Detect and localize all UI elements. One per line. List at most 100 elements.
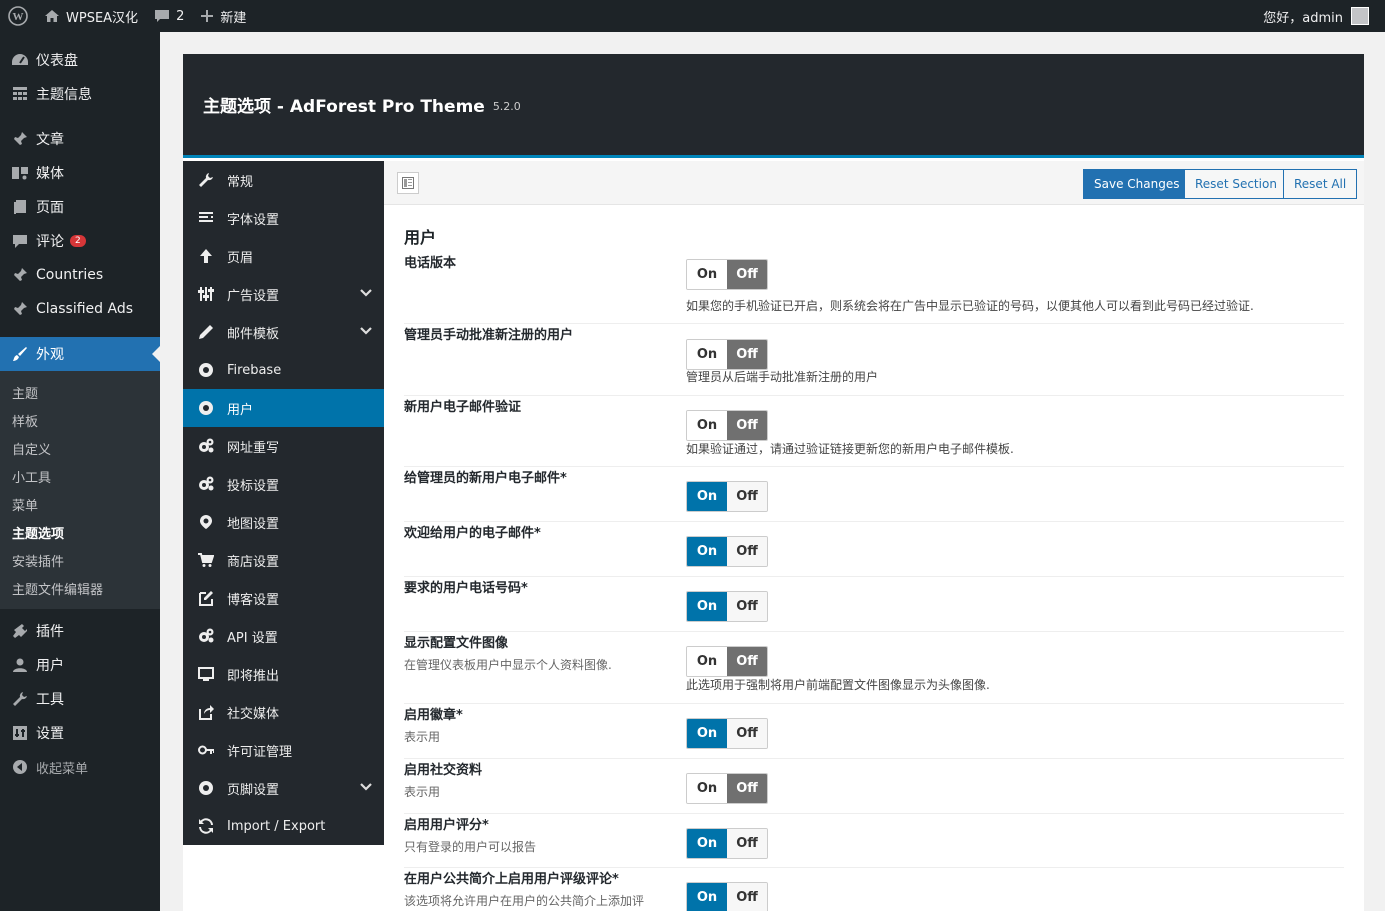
option-toggle[interactable]: On Off [686, 828, 768, 859]
menu-tools[interactable]: 工具 [0, 682, 160, 716]
new-content-link[interactable]: 新建 [192, 0, 254, 32]
nav-item-label: 网址重写 [227, 440, 280, 456]
nav-item[interactable]: API 设置 [183, 617, 384, 655]
reset-section-button[interactable]: Reset Section [1184, 169, 1288, 199]
option-toggle[interactable]: On Off [686, 410, 768, 441]
menu-users[interactable]: 用户 [0, 648, 160, 682]
menu-appearance[interactable]: 外观 [0, 337, 160, 371]
toggle-on-option[interactable]: On [687, 537, 727, 566]
nav-item[interactable]: 地图设置 [183, 503, 384, 541]
gear-icon [197, 362, 215, 378]
toggle-on-option[interactable]: On [687, 829, 727, 858]
option-toggle[interactable]: On Off [686, 591, 768, 622]
option-toggle[interactable]: On Off [686, 882, 768, 911]
menu-classified-ads[interactable]: Classified Ads [0, 292, 160, 326]
nav-item[interactable]: 即将推出 [183, 655, 384, 693]
option-description: 如果验证通过，请通过验证链接更新您的新用户电子邮件模板. [686, 442, 1014, 456]
nav-item[interactable]: 商店设置 [183, 541, 384, 579]
nav-item-label: 投标设置 [227, 478, 280, 494]
comments-link[interactable]: 2 [146, 0, 192, 32]
option-toggle[interactable]: On Off [686, 646, 768, 677]
toggle-off-option[interactable]: Off [727, 592, 767, 621]
page-icon [10, 199, 30, 215]
save-changes-button[interactable]: Save Changes [1083, 169, 1191, 199]
nav-item[interactable]: Firebase [183, 351, 384, 389]
toggle-on-option[interactable]: On [687, 592, 727, 621]
nav-item[interactable]: 投标设置 [183, 465, 384, 503]
expand-options-button[interactable] [397, 172, 419, 194]
toggle-on-option[interactable]: On [687, 482, 727, 511]
menu-pages[interactable]: 页面 [0, 190, 160, 224]
nav-item[interactable]: 社交媒体 [183, 693, 384, 731]
nav-item[interactable]: 邮件模板 [183, 313, 384, 351]
toggle-off-option[interactable]: Off [727, 260, 767, 289]
toggle-on-option[interactable]: On [687, 340, 727, 369]
toggle-off-option[interactable]: Off [727, 774, 767, 803]
submenu-widgets[interactable]: 小工具 [0, 462, 160, 490]
nav-item[interactable]: 许可证管理 [183, 731, 384, 769]
toggle-off-option[interactable]: Off [727, 883, 767, 911]
page-title: 主题选项 - AdForest Pro Theme [203, 97, 485, 117]
plugin-icon [10, 623, 30, 639]
comments-badge: 2 [70, 235, 86, 247]
site-name-link[interactable]: WPSEA汉化 [36, 0, 146, 32]
home-icon [44, 9, 60, 23]
option-toggle[interactable]: On Off [686, 773, 768, 804]
submenu-theme-file-editor[interactable]: 主题文件编辑器 [0, 574, 160, 602]
nav-item[interactable]: 用户 [183, 389, 384, 427]
option-row: 新用户电子邮件验证 On Off 如果验证通过，请通过验证链接更新您的新用户电子邮件模… [404, 396, 1344, 467]
toggle-on-option[interactable]: On [687, 260, 727, 289]
menu-plugins[interactable]: 插件 [0, 614, 160, 648]
nav-item[interactable]: 常规 [183, 161, 384, 199]
account-menu[interactable]: 您好，admin [1263, 7, 1385, 26]
option-label: 启用徽章* [404, 708, 463, 723]
menu-posts[interactable]: 文章 [0, 122, 160, 156]
option-toggle[interactable]: On Off [686, 536, 768, 567]
submenu-install-plugins[interactable]: 安装插件 [0, 546, 160, 574]
menu-settings[interactable]: 设置 [0, 716, 160, 750]
nav-item[interactable]: 页眉 [183, 237, 384, 275]
nav-item[interactable]: Import / Export [183, 807, 384, 845]
toggle-off-option[interactable]: Off [727, 482, 767, 511]
menu-media[interactable]: 媒体 [0, 156, 160, 190]
submenu-menus[interactable]: 菜单 [0, 490, 160, 518]
nav-item[interactable]: 网址重写 [183, 427, 384, 465]
reset-all-button[interactable]: Reset All [1283, 169, 1358, 199]
nav-item-label: 地图设置 [227, 516, 280, 532]
toggle-off-option[interactable]: Off [727, 340, 767, 369]
menu-dashboard[interactable]: 仪表盘 [0, 43, 160, 77]
toggle-off-option[interactable]: Off [727, 719, 767, 748]
option-label: 启用社交资料 [404, 763, 483, 778]
collapse-menu-button[interactable]: 收起菜单 [0, 750, 160, 784]
toggle-off-option[interactable]: Off [727, 647, 767, 676]
submenu-themes[interactable]: 主题 [0, 378, 160, 406]
comment-icon [154, 9, 170, 23]
toggle-off-option[interactable]: Off [727, 537, 767, 566]
option-toggle[interactable]: On Off [686, 339, 768, 370]
option-toggle[interactable]: On Off [686, 481, 768, 512]
wordpress-logo-icon[interactable]: W [0, 0, 36, 32]
toggle-on-option[interactable]: On [687, 719, 727, 748]
submenu-theme-options[interactable]: 主题选项 [0, 518, 160, 546]
toggle-off-option[interactable]: Off [727, 829, 767, 858]
toggle-off-option[interactable]: Off [727, 411, 767, 440]
option-toggle[interactable]: On Off [686, 259, 768, 290]
submenu-customize[interactable]: 自定义 [0, 434, 160, 462]
toggle-on-option[interactable]: On [687, 883, 727, 911]
nav-item[interactable]: 字体设置 [183, 199, 384, 237]
menu-countries[interactable]: Countries [0, 258, 160, 292]
toggle-on-option[interactable]: On [687, 647, 727, 676]
toggle-on-option[interactable]: On [687, 774, 727, 803]
nav-item[interactable]: 页脚设置 [183, 769, 384, 807]
toggle-on-option[interactable]: On [687, 411, 727, 440]
arrow-up-icon [197, 248, 215, 264]
submenu-patterns[interactable]: 样板 [0, 406, 160, 434]
option-toggle[interactable]: On Off [686, 718, 768, 749]
menu-comments[interactable]: 评论 2 [0, 224, 160, 258]
option-row: 要求的用户电话号码* On Off [404, 577, 1344, 632]
wrench-icon [197, 172, 215, 188]
nav-item[interactable]: 博客设置 [183, 579, 384, 617]
option-row: 启用用户评分* 只有登录的用户可以报告 On Off [404, 814, 1344, 868]
menu-theme-info[interactable]: 主题信息 [0, 77, 160, 111]
nav-item[interactable]: 广告设置 [183, 275, 384, 313]
